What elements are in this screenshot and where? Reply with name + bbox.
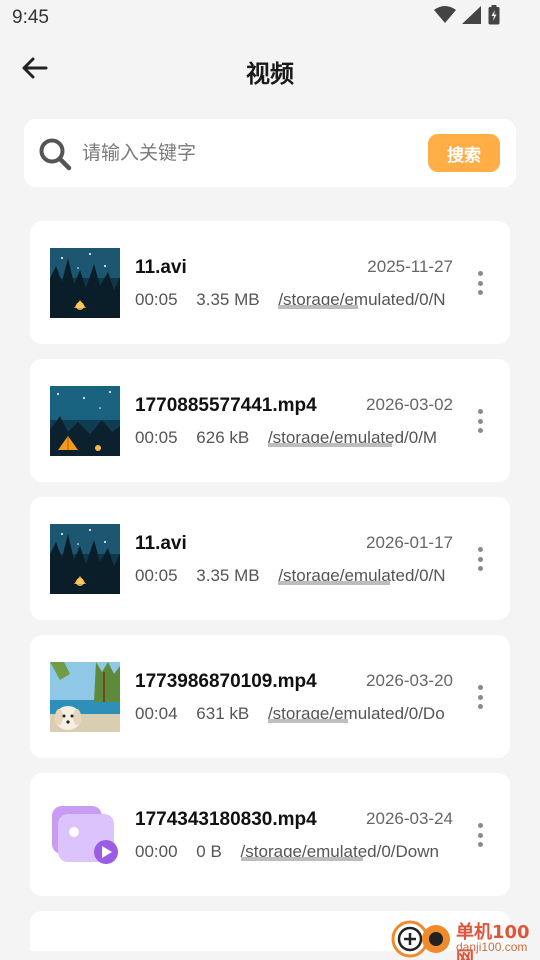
watermark-url: danji100.com [456,940,528,954]
video-meta: 00:00 0 B /storage/emulated/0/Down [135,842,453,866]
video-size: 631 kB [196,704,250,723]
video-file-icon [50,800,120,870]
more-vertical-icon [477,685,483,709]
video-list: 11.avi 2025-11-27 00:05 3.35 MB /storage… [30,221,510,911]
more-options-button[interactable] [468,819,492,851]
video-meta: 00:05 3.35 MB /storage/emulated/0/N [135,566,453,590]
search-input[interactable] [82,135,382,171]
video-meta: 00:05 3.35 MB /storage/emulated/0/N [135,290,453,314]
video-date: 2026-03-24 [366,809,453,828]
video-file-name: 11.avi [135,257,187,278]
video-list-item[interactable]: 11.avi 2026-01-17 00:05 3.35 MB /storage… [30,497,510,620]
video-list-item[interactable]: 1773986870109.mp4 2026-03-20 00:04 631 k… [30,635,510,758]
video-thumbnail [50,524,120,594]
video-size: 0 B [196,842,222,861]
video-thumbnail [50,662,120,732]
video-path: /storage/emulated/0/Down [240,842,439,862]
watermark-logo: 单机100网 danji100.com [390,914,540,960]
video-file-name: 1774343180830.mp4 [135,809,317,830]
video-path: /storage/emulated/0/M [267,428,437,448]
video-file-name: 11.avi [135,533,187,554]
video-list-item[interactable]: 11.avi 2025-11-27 00:05 3.35 MB /storage… [30,221,510,344]
video-size: 3.35 MB [196,290,260,309]
video-duration: 00:05 [135,290,178,309]
search-icon [38,137,72,171]
video-list-item[interactable]: 1774343180830.mp4 2026-03-24 00:00 0 B /… [30,773,510,896]
more-vertical-icon [477,823,483,847]
battery-icon [488,4,500,30]
video-size: 3.35 MB [196,566,260,585]
video-file-name: 1773986870109.mp4 [135,671,317,692]
video-date: 2026-03-20 [366,671,453,690]
video-list-item[interactable]: 1770885577441.mp4 2026-03-02 00:05 626 k… [30,359,510,482]
status-bar: 9:45 [0,0,540,36]
video-meta: 00:05 626 kB /storage/emulated/0/M [135,428,453,452]
signal-icon [462,5,482,29]
video-duration: 00:00 [135,842,178,861]
more-vertical-icon [477,547,483,571]
more-options-button[interactable] [468,405,492,437]
video-meta: 00:04 631 kB /storage/emulated/0/Do [135,704,453,728]
video-duration: 00:04 [135,704,178,723]
video-path: /storage/emulated/0/N [278,290,446,310]
more-vertical-icon [477,271,483,295]
video-date: 2025-11-27 [367,257,453,276]
video-path: /storage/emulated/0/N [278,566,446,586]
video-size: 626 kB [196,428,250,447]
app-header: 视频 [0,40,540,100]
wifi-icon [434,5,456,29]
video-thumbnail [50,386,120,456]
video-date: 2026-01-17 [366,533,453,552]
video-file-name: 1770885577441.mp4 [135,395,317,416]
more-options-button[interactable] [468,543,492,575]
page-title: 视频 [246,61,294,88]
video-duration: 00:05 [135,566,178,585]
video-thumbnail [50,248,120,318]
status-time: 9:45 [12,7,49,28]
more-vertical-icon [477,409,483,433]
more-options-button[interactable] [468,267,492,299]
screen: 9:45 视频 搜索 [0,0,540,960]
video-date: 2026-03-02 [366,395,453,414]
video-path: /storage/emulated/0/Do [267,704,445,724]
status-icons [434,4,500,30]
watermark-icon [391,920,450,958]
more-options-button[interactable] [468,681,492,713]
video-duration: 00:05 [135,428,178,447]
search-button[interactable]: 搜索 [428,134,500,172]
search-bar: 搜索 [24,119,516,187]
